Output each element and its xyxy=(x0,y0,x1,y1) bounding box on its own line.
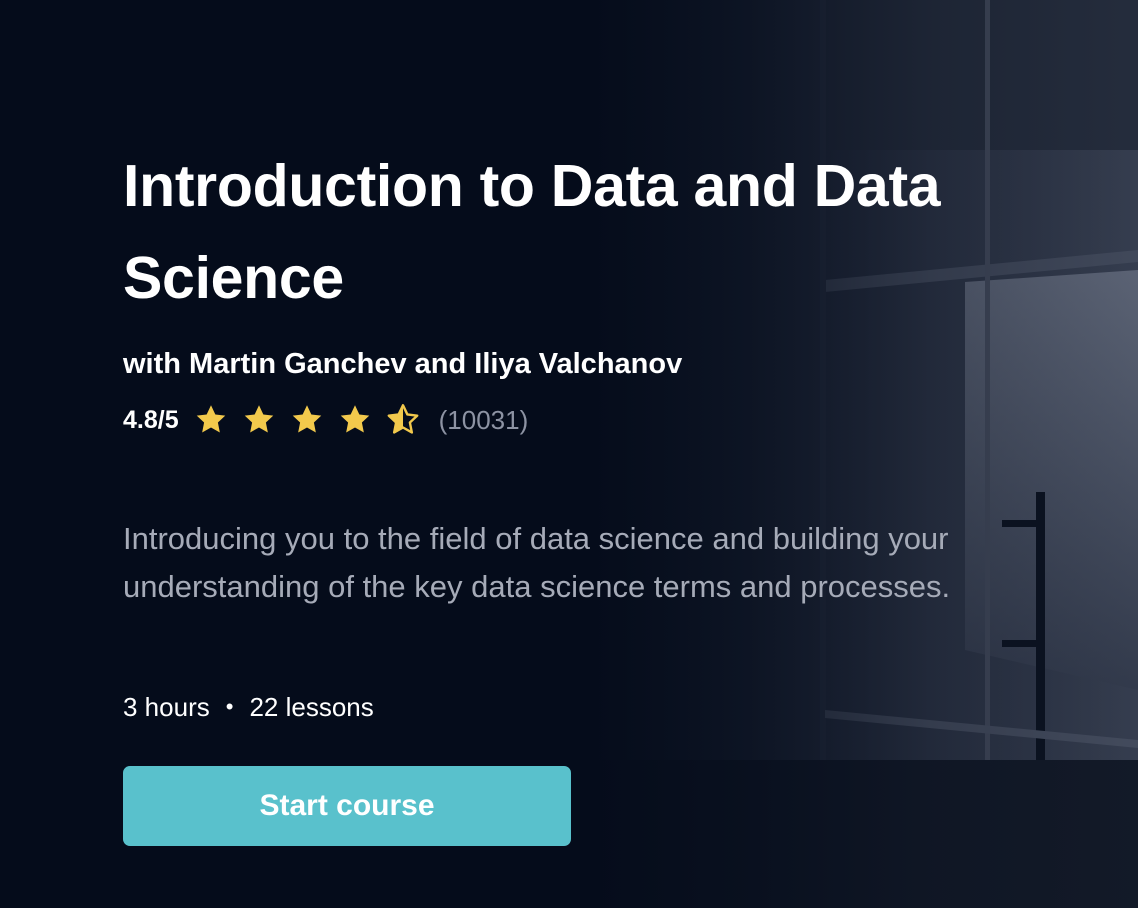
star-full-icon xyxy=(244,405,273,433)
rating-stars xyxy=(193,402,433,438)
start-course-button[interactable]: Start course xyxy=(123,766,571,846)
meta-separator: • xyxy=(225,694,234,719)
course-description: Introducing you to the field of data sci… xyxy=(123,521,951,604)
star-full-icon xyxy=(292,405,321,433)
star-full-icon xyxy=(340,405,369,433)
course-rating: 4.8/5 (10031) xyxy=(123,398,1063,442)
course-instructors: with Martin Ganchev and Iliya Valchanov xyxy=(123,348,683,380)
course-duration: 3 hours xyxy=(123,691,210,722)
course-info: Introduction to Data and Data Science wi… xyxy=(123,140,1063,727)
star-half-icon xyxy=(387,404,419,434)
course-hero: Introduction to Data and Data Science wi… xyxy=(0,0,1138,908)
course-title: Introduction to Data and Data Science xyxy=(123,153,941,311)
rating-value: 4.8/5 xyxy=(123,405,179,434)
rating-count: (10031) xyxy=(438,404,529,435)
star-full-icon xyxy=(196,405,225,433)
course-lessons: 22 lessons xyxy=(249,691,374,722)
course-meta: 3 hours • 22 lessons xyxy=(123,687,1063,727)
